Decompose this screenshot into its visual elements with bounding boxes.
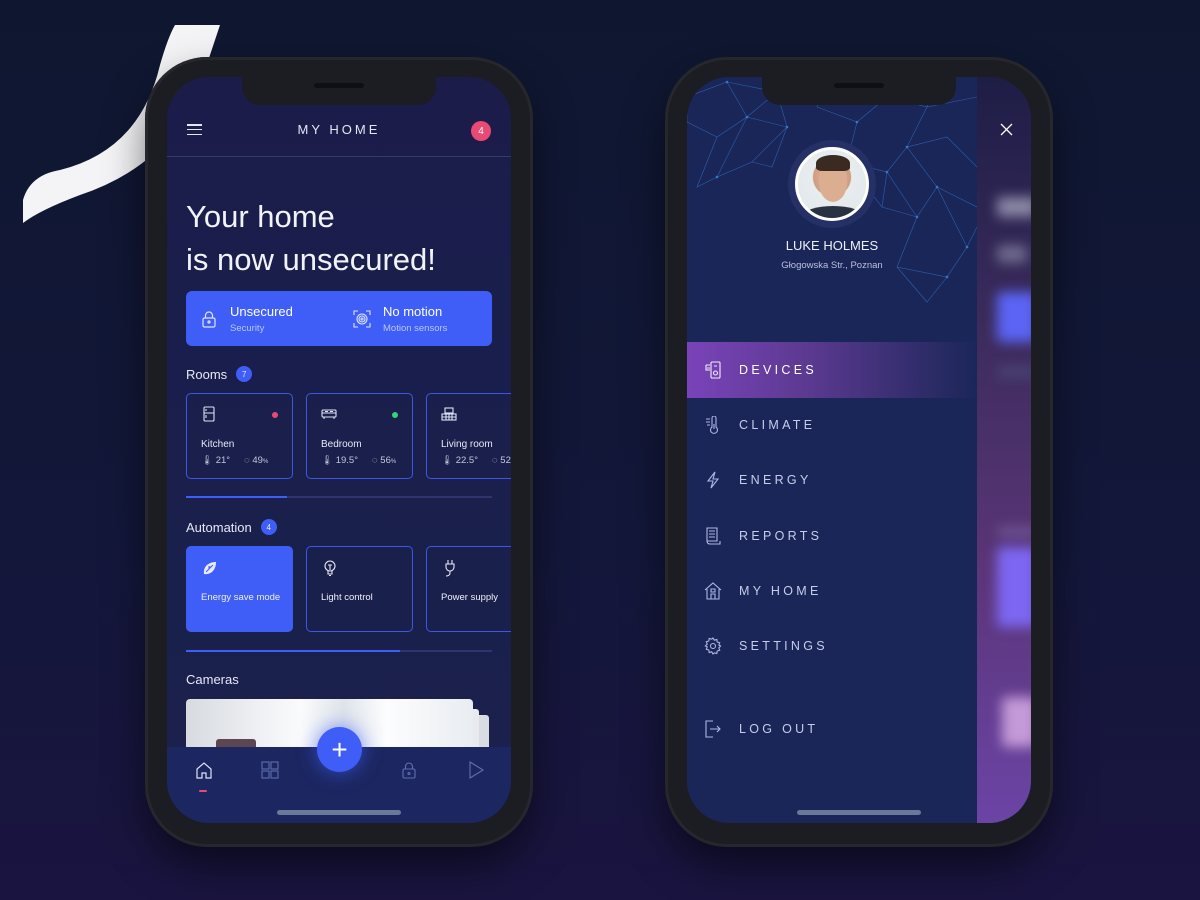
rooms-carousel[interactable]: Kitchen 🌡︎ 21° ◌ 49% Bedroom 🌡︎ 19.5° ◌ 56… (186, 393, 511, 479)
automation-carousel[interactable]: Energy save mode Light control Power sup… (186, 546, 511, 632)
room-card-bedroom[interactable]: Bedroom 🌡︎ 19.5° ◌ 56% (306, 393, 413, 479)
motion-sensor-icon (353, 309, 371, 328)
motion-status[interactable]: No motion Motion sensors (339, 291, 492, 346)
menu-screen: LUKE HOLMES Głogowska Str., Poznan DEVIC… (687, 77, 1031, 823)
rooms-count-badge: 7 (236, 366, 253, 382)
logout-icon (705, 720, 721, 738)
home-indicator (797, 810, 921, 815)
temperature-reading: 🌡︎ 21° (201, 455, 231, 466)
notification-badge[interactable]: 4 (471, 121, 491, 141)
menu-item-energy[interactable]: ENERGY (687, 452, 977, 508)
menu-item-my-home[interactable]: MY HOME (687, 563, 977, 619)
rooms-scroll-indicator[interactable] (186, 496, 492, 498)
menu-item-climate[interactable]: CLIMATE (687, 397, 977, 453)
active-tab-indicator (199, 790, 207, 792)
play-icon[interactable] (467, 761, 485, 779)
status-dot (272, 412, 278, 418)
blurred-home-screen-overlay[interactable] (977, 77, 1031, 823)
home-indicator (277, 810, 401, 815)
notch (242, 77, 436, 105)
automation-count-badge: 4 (260, 519, 277, 535)
bed-icon (321, 409, 337, 419)
logout-button[interactable]: LOG OUT (687, 701, 977, 757)
humidity-reading: ◌ 56% (372, 455, 397, 466)
humidity-reading: ◌ 49% (244, 455, 269, 466)
lock-icon[interactable] (400, 761, 418, 779)
top-bar: MY HOME 4 (167, 107, 511, 157)
menu-item-settings[interactable]: SETTINGS (687, 618, 977, 674)
status-dot (392, 412, 398, 418)
automation-section-header: Automation 4 (186, 519, 277, 535)
temperature-reading: 🌡︎ 22.5° (441, 455, 478, 466)
menu-item-devices[interactable]: DEVICES (687, 342, 977, 398)
phone-home-screen: MY HOME 4 Your home is now unsecured! Un… (145, 57, 533, 847)
grid-icon[interactable] (261, 761, 279, 779)
user-address: Głogowska Str., Poznan (781, 260, 883, 271)
menu-item-reports[interactable]: REPORTS (687, 508, 977, 564)
security-status[interactable]: Unsecured Security (186, 291, 339, 346)
room-card-living-room[interactable]: Living room 🌡︎ 22.5° ◌ 52 (426, 393, 511, 479)
avatar[interactable] (795, 147, 869, 221)
report-icon (706, 527, 721, 545)
automation-card-energy-save[interactable]: Energy save mode (186, 546, 293, 632)
lightbulb-icon (324, 560, 336, 577)
automation-card-power-supply[interactable]: Power supply (426, 546, 511, 632)
leaf-icon (203, 562, 216, 575)
security-headline: Your home is now unsecured! (186, 199, 436, 277)
lightning-icon (706, 471, 720, 489)
fridge-icon (203, 406, 215, 422)
automation-card-light-control[interactable]: Light control (306, 546, 413, 632)
thermometer-icon (706, 416, 719, 434)
home-screen: MY HOME 4 Your home is now unsecured! Un… (167, 77, 511, 823)
plug-icon (445, 560, 455, 577)
home-icon[interactable] (195, 761, 213, 779)
lock-icon (202, 310, 216, 328)
notch (762, 77, 956, 105)
devices-icon (705, 361, 721, 379)
close-icon[interactable] (1000, 123, 1013, 136)
rooms-section-header: Rooms 7 (186, 366, 253, 382)
house-icon (704, 582, 722, 600)
sofa-icon (441, 407, 457, 421)
status-panel: Unsecured Security No motion Motion sensor… (186, 291, 492, 346)
phone-menu-screen: LUKE HOLMES Głogowska Str., Poznan DEVIC… (665, 57, 1053, 847)
humidity-reading: ◌ 52 (492, 455, 511, 466)
room-card-kitchen[interactable]: Kitchen 🌡︎ 21° ◌ 49% (186, 393, 293, 479)
user-name: LUKE HOLMES (785, 238, 879, 253)
add-button[interactable]: + (317, 727, 362, 772)
app-title: MY HOME (297, 122, 381, 137)
cameras-section-header: Cameras (186, 672, 239, 687)
automation-scroll-indicator[interactable] (186, 650, 492, 652)
side-menu: LUKE HOLMES Głogowska Str., Poznan DEVIC… (687, 77, 977, 823)
gear-icon (704, 637, 722, 655)
temperature-reading: 🌡︎ 19.5° (321, 455, 358, 466)
